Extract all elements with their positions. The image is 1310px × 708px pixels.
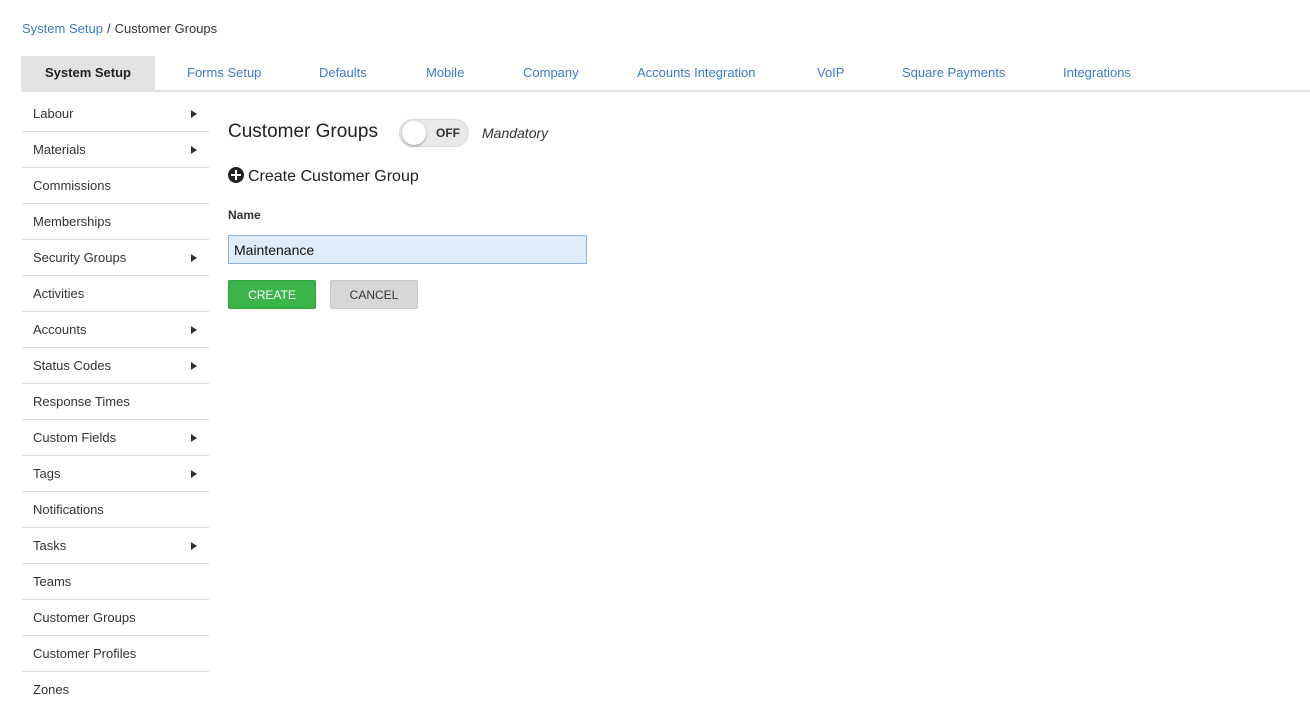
sidebar-item-label: Customer Groups (33, 610, 136, 625)
breadcrumb: System Setup / Customer Groups (22, 20, 217, 37)
sidebar-item-label: Customer Profiles (33, 646, 137, 661)
breadcrumb-current: Customer Groups (114, 21, 218, 36)
sidebar-item-notifications[interactable]: Notifications (22, 492, 209, 528)
name-label: Name (228, 208, 261, 222)
sidebar-item-label: Notifications (33, 502, 104, 517)
sidebar-item-commissions[interactable]: Commissions (22, 168, 209, 204)
sidebar-item-activities[interactable]: Activities (22, 276, 209, 312)
name-input[interactable] (228, 235, 587, 264)
page-title: Customer Groups (228, 121, 378, 142)
sidebar-item-label: Memberships (33, 214, 112, 229)
tab-square-payments[interactable]: Square Payments (902, 56, 1005, 90)
create-button[interactable]: CREATE (228, 280, 316, 309)
create-customer-group-title: Create Customer Group (248, 168, 419, 185)
tab-integrations[interactable]: Integrations (1063, 56, 1131, 90)
caret-right-icon (191, 146, 197, 154)
sidebar-item-label: Materials (33, 142, 86, 157)
sidebar-item-zones[interactable]: Zones (22, 672, 209, 708)
tab-system-setup[interactable]: System Setup (21, 56, 155, 90)
caret-right-icon (191, 542, 197, 550)
tab-forms-setup[interactable]: Forms Setup (187, 56, 261, 90)
create-customer-group-heading[interactable]: Create Customer Group (228, 165, 419, 189)
sidebar-item-customer-profiles[interactable]: Customer Profiles (22, 636, 209, 672)
sidebar-item-materials[interactable]: Materials (22, 132, 209, 168)
sidebar-item-label: Response Times (33, 394, 130, 409)
toggle-knob (402, 121, 426, 145)
plus-circle-icon (228, 167, 244, 183)
mandatory-label: Mandatory (482, 125, 549, 141)
caret-right-icon (191, 326, 197, 334)
tab-company[interactable]: Company (523, 56, 579, 90)
tab-voip[interactable]: VoIP (817, 56, 844, 90)
sidebar-item-labour[interactable]: Labour (22, 96, 209, 132)
caret-right-icon (191, 254, 197, 262)
sidebar-item-label: Tasks (33, 538, 67, 553)
sidebar-item-label: Accounts (33, 322, 87, 337)
sidebar-item-label: Status Codes (33, 358, 112, 373)
sidebar-item-label: Zones (33, 682, 70, 697)
sidebar-item-memberships[interactable]: Memberships (22, 204, 209, 240)
breadcrumb-separator: / (106, 21, 111, 36)
caret-right-icon (191, 470, 197, 478)
sidebar-item-status-codes[interactable]: Status Codes (22, 348, 209, 384)
sidebar-item-label: Teams (33, 574, 72, 589)
tab-mobile[interactable]: Mobile (426, 56, 464, 90)
breadcrumb-link-system-setup[interactable]: System Setup (22, 21, 103, 36)
sidebar-item-tasks[interactable]: Tasks (22, 528, 209, 564)
toggle-state-label: OFF (436, 126, 460, 140)
sidebar-item-custom-fields[interactable]: Custom Fields (22, 420, 209, 456)
caret-right-icon (191, 110, 197, 118)
caret-right-icon (191, 362, 197, 370)
mandatory-toggle[interactable]: OFF (399, 119, 469, 147)
tab-defaults[interactable]: Defaults (319, 56, 367, 90)
sidebar: Labour Materials Commissions Memberships… (22, 96, 209, 708)
sidebar-item-label: Security Groups (33, 250, 127, 265)
sidebar-item-label: Activities (33, 286, 85, 301)
sidebar-item-security-groups[interactable]: Security Groups (22, 240, 209, 276)
sidebar-item-customer-groups[interactable]: Customer Groups (22, 600, 209, 636)
tab-accounts-integration[interactable]: Accounts Integration (637, 56, 756, 90)
sidebar-item-label: Custom Fields (33, 430, 117, 445)
caret-right-icon (191, 434, 197, 442)
page: System Setup / Customer Groups System Setu… (0, 0, 1310, 708)
sidebar-item-label: Labour (33, 106, 74, 121)
sidebar-item-label: Tags (33, 466, 61, 481)
sidebar-item-teams[interactable]: Teams (22, 564, 209, 600)
sidebar-item-accounts[interactable]: Accounts (22, 312, 209, 348)
sidebar-item-response-times[interactable]: Response Times (22, 384, 209, 420)
cancel-button[interactable]: CANCEL (330, 280, 418, 309)
sidebar-item-label: Commissions (33, 178, 112, 193)
sidebar-item-tags[interactable]: Tags (22, 456, 209, 492)
top-tabs: System Setup Forms Setup Defaults Mobile… (21, 56, 1310, 92)
